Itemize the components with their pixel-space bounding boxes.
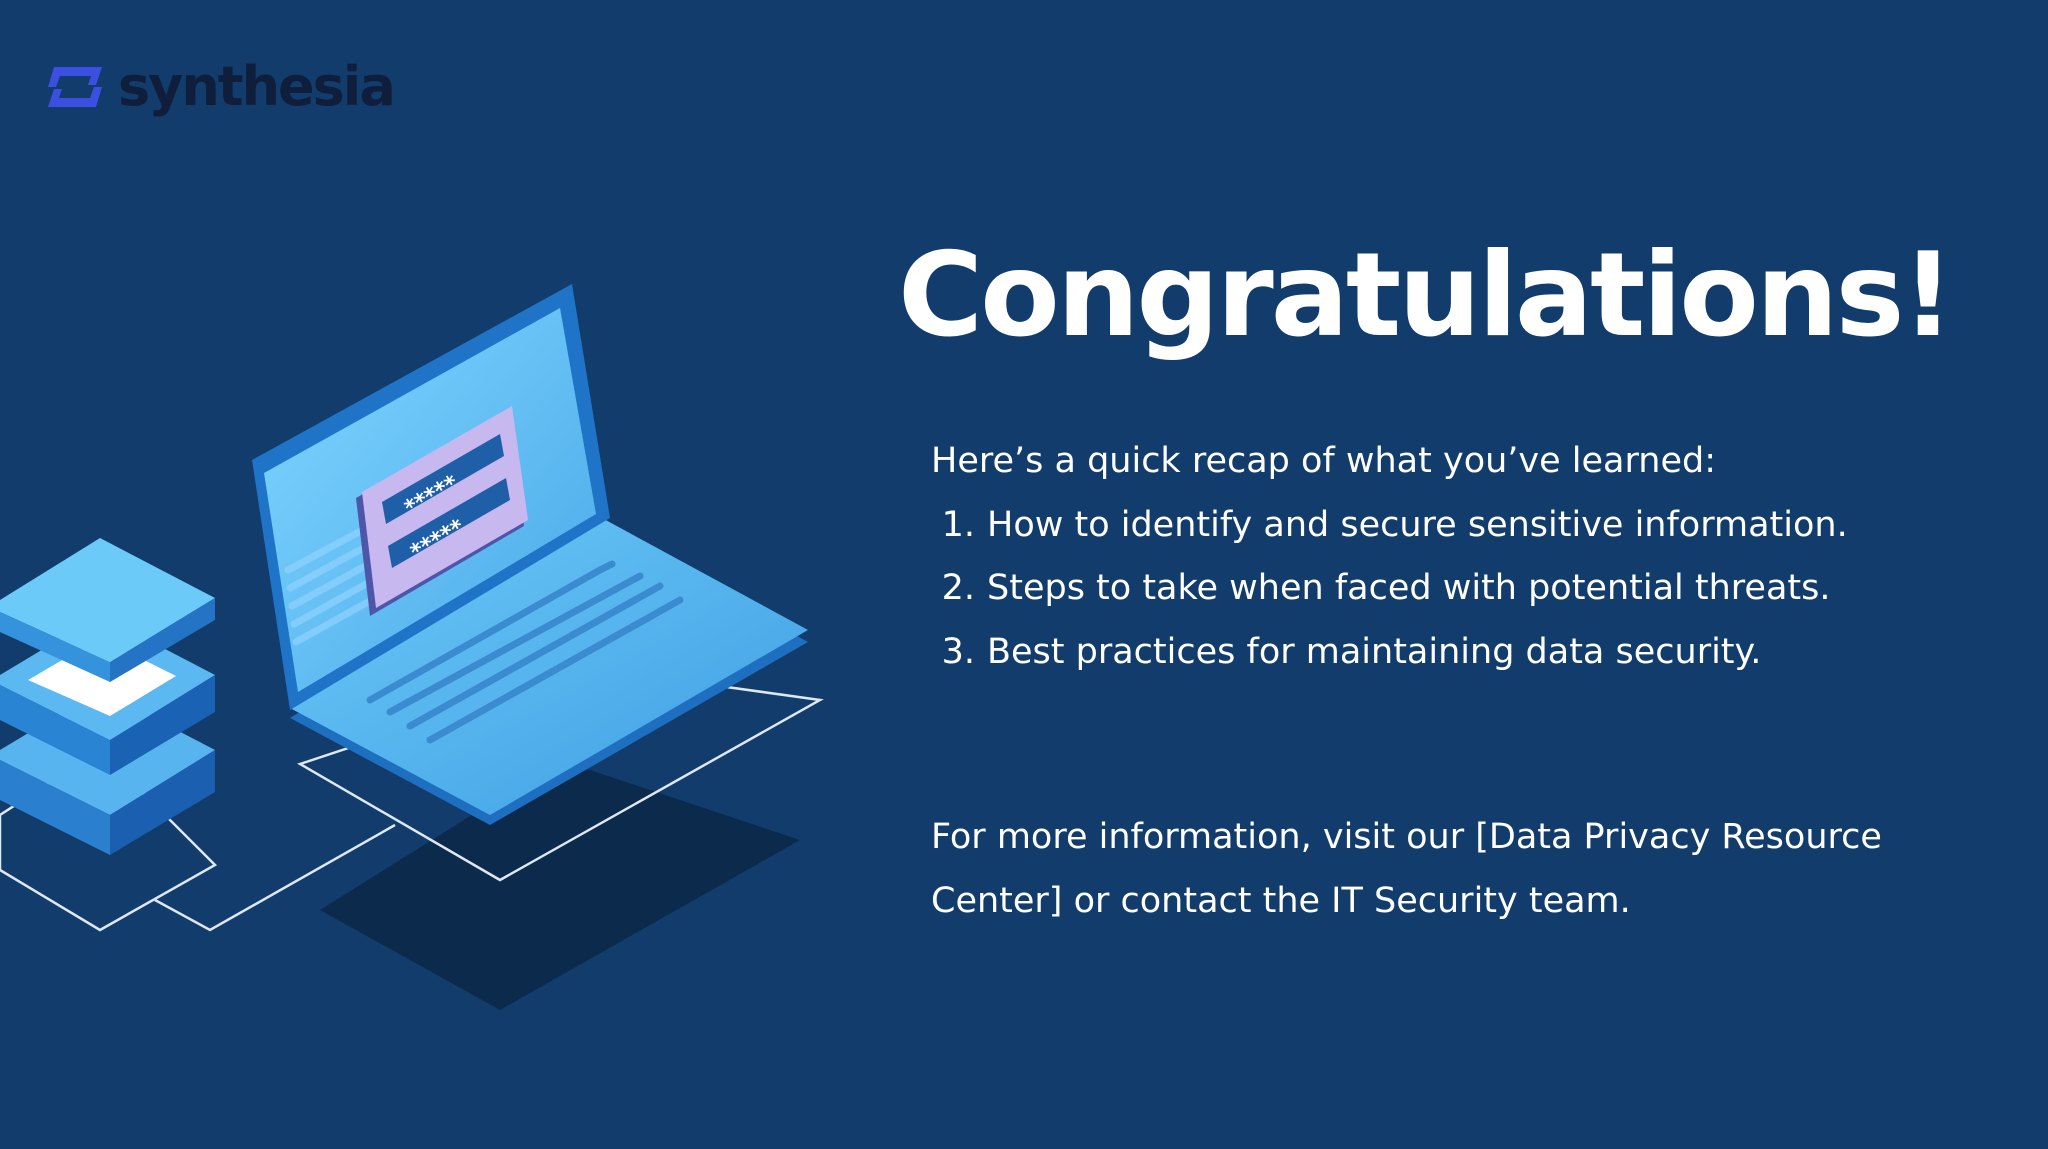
list-item: 3. Best practices for maintaining data s… [931, 621, 1951, 685]
list-item-text: Steps to take when faced with potential … [987, 568, 1831, 608]
more-info-line-1: For more information, visit our [Data Pr… [931, 817, 1882, 857]
list-item-number: 1. [941, 504, 975, 545]
laptop-shadow [320, 760, 800, 1010]
list-item: 2. Steps to take when faced with potenti… [931, 557, 1951, 621]
synthesia-logo: synthesia [44, 52, 396, 122]
more-info-text: For more information, visit our [Data Pr… [931, 806, 1971, 933]
logo-wordmark: synthesia [118, 55, 396, 118]
list-item-text: How to identify and secure sensitive inf… [987, 504, 1848, 545]
recap-list: 1. How to identify and secure sensitive … [931, 494, 1951, 685]
list-item: 1. How to identify and secure sensitive … [931, 494, 1951, 558]
more-info-line-2: Center] or contact the IT Security team. [931, 880, 1631, 921]
list-item-number: 3. [941, 631, 975, 672]
synthesia-logo-mark-icon [48, 67, 102, 107]
list-item-text: Best practices for maintaining data secu… [987, 631, 1762, 672]
recap-section: Here’s a quick recap of what you’ve lear… [931, 430, 1951, 684]
page-title: Congratulations! [898, 228, 1954, 363]
laptop-password-illustration-icon: ***** ***** [0, 284, 824, 1010]
recap-intro: Here’s a quick recap of what you’ve lear… [931, 441, 1716, 481]
server-stack [0, 538, 215, 855]
list-item-number: 2. [941, 568, 975, 608]
